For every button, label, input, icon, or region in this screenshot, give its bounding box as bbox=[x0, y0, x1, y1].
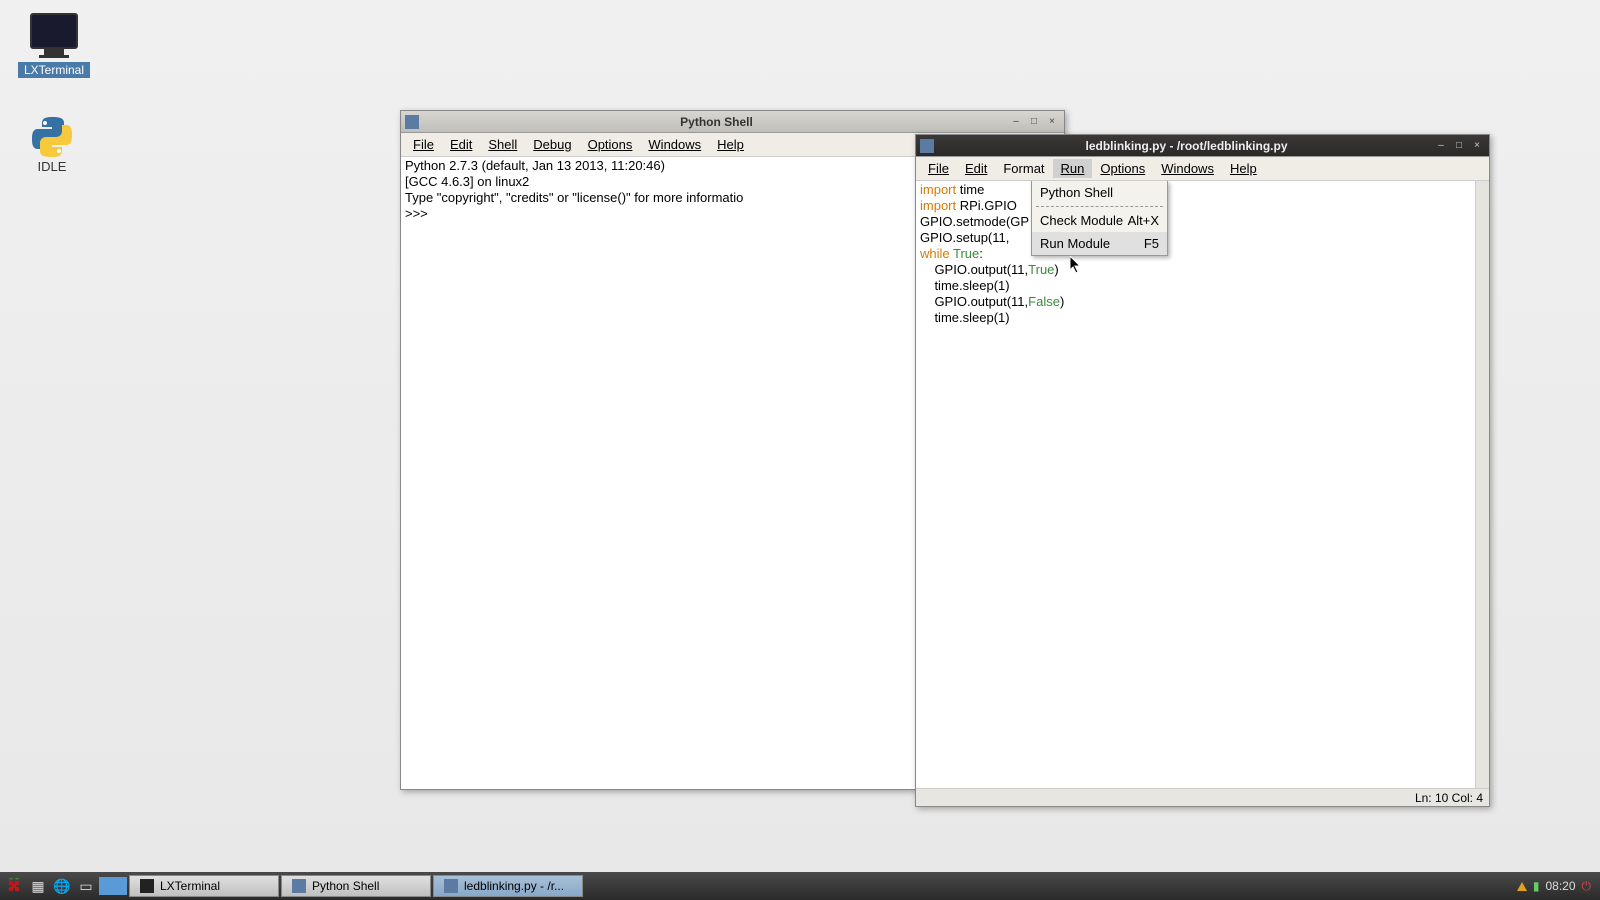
window-icon bbox=[405, 115, 419, 129]
menu-format[interactable]: Format bbox=[995, 159, 1052, 178]
menu-run[interactable]: Run bbox=[1053, 159, 1093, 178]
desktop-icon-idle[interactable]: IDLE bbox=[25, 110, 79, 177]
menu-options[interactable]: Options bbox=[1092, 159, 1153, 178]
window-title: Python Shell bbox=[425, 115, 1008, 129]
editor-text-area[interactable]: import time import RPi.GPIO GPIO.setmode… bbox=[916, 181, 1489, 788]
logout-icon[interactable]: ⏻ bbox=[1582, 879, 1592, 894]
task-icon bbox=[140, 879, 154, 893]
desktop-icon-label: LXTerminal bbox=[18, 62, 90, 78]
menu-item-run-module[interactable]: Run ModuleF5 bbox=[1032, 232, 1167, 255]
vertical-scrollbar[interactable] bbox=[1475, 181, 1489, 788]
notification-icon[interactable] bbox=[1517, 882, 1527, 891]
python-icon bbox=[28, 113, 76, 157]
workspace-switcher-icon[interactable] bbox=[99, 877, 127, 895]
minimize-all-icon[interactable]: ▭ bbox=[75, 875, 97, 897]
maximize-button[interactable]: □ bbox=[1451, 139, 1467, 153]
start-menu-button[interactable] bbox=[3, 875, 25, 897]
file-manager-icon[interactable]: ▦ bbox=[27, 875, 49, 897]
titlebar[interactable]: Python Shell – □ × bbox=[401, 111, 1064, 133]
minimize-button[interactable]: – bbox=[1008, 115, 1024, 129]
minimize-button[interactable]: – bbox=[1433, 139, 1449, 153]
menubar: File Edit Format Run Options Windows Hel… bbox=[916, 157, 1489, 181]
titlebar[interactable]: ledblinking.py - /root/ledblinking.py – … bbox=[916, 135, 1489, 157]
browser-icon[interactable]: 🌐 bbox=[51, 875, 73, 897]
menu-item-check-module[interactable]: Check ModuleAlt+X bbox=[1032, 209, 1167, 232]
clock[interactable]: 08:20 bbox=[1545, 879, 1575, 893]
menu-help[interactable]: Help bbox=[1222, 159, 1265, 178]
menu-shell[interactable]: Shell bbox=[480, 135, 525, 154]
menu-file[interactable]: File bbox=[405, 135, 442, 154]
task-icon bbox=[444, 879, 458, 893]
window-icon bbox=[920, 139, 934, 153]
close-button[interactable]: × bbox=[1469, 139, 1485, 153]
cpu-icon[interactable]: ▮ bbox=[1533, 879, 1540, 893]
cursor-position: Ln: 10 Col: 4 bbox=[1415, 791, 1483, 805]
menu-windows[interactable]: Windows bbox=[640, 135, 709, 154]
maximize-button[interactable]: □ bbox=[1026, 115, 1042, 129]
menu-edit[interactable]: Edit bbox=[442, 135, 480, 154]
system-tray: ▮ 08:20 ⏻ bbox=[1511, 879, 1597, 894]
taskbar-button-ledblinking[interactable]: ledblinking.py - /r... bbox=[433, 875, 583, 897]
window-editor: ledblinking.py - /root/ledblinking.py – … bbox=[915, 134, 1490, 807]
task-icon bbox=[292, 879, 306, 893]
menu-options[interactable]: Options bbox=[580, 135, 641, 154]
taskbar-button-lxterminal[interactable]: LXTerminal bbox=[129, 875, 279, 897]
run-menu-dropdown: Python Shell Check ModuleAlt+X Run Modul… bbox=[1031, 181, 1168, 256]
mouse-cursor-icon bbox=[1070, 256, 1082, 274]
desktop-icon-lxterminal[interactable]: LXTerminal bbox=[15, 10, 93, 81]
taskbar: ▦ 🌐 ▭ LXTerminal Python Shell ledblinkin… bbox=[0, 872, 1600, 900]
menu-edit[interactable]: Edit bbox=[957, 159, 995, 178]
menu-file[interactable]: File bbox=[920, 159, 957, 178]
taskbar-button-python-shell[interactable]: Python Shell bbox=[281, 875, 431, 897]
monitor-icon bbox=[30, 13, 78, 49]
menu-help[interactable]: Help bbox=[709, 135, 752, 154]
menu-separator bbox=[1036, 206, 1163, 207]
menu-windows[interactable]: Windows bbox=[1153, 159, 1222, 178]
statusbar: Ln: 10 Col: 4 bbox=[916, 788, 1489, 806]
menu-item-python-shell[interactable]: Python Shell bbox=[1032, 181, 1167, 204]
window-title: ledblinking.py - /root/ledblinking.py bbox=[940, 139, 1433, 153]
close-button[interactable]: × bbox=[1044, 115, 1060, 129]
desktop-icon-label: IDLE bbox=[38, 159, 67, 174]
code-content: import time import RPi.GPIO GPIO.setmode… bbox=[916, 181, 1489, 328]
menu-debug[interactable]: Debug bbox=[525, 135, 579, 154]
